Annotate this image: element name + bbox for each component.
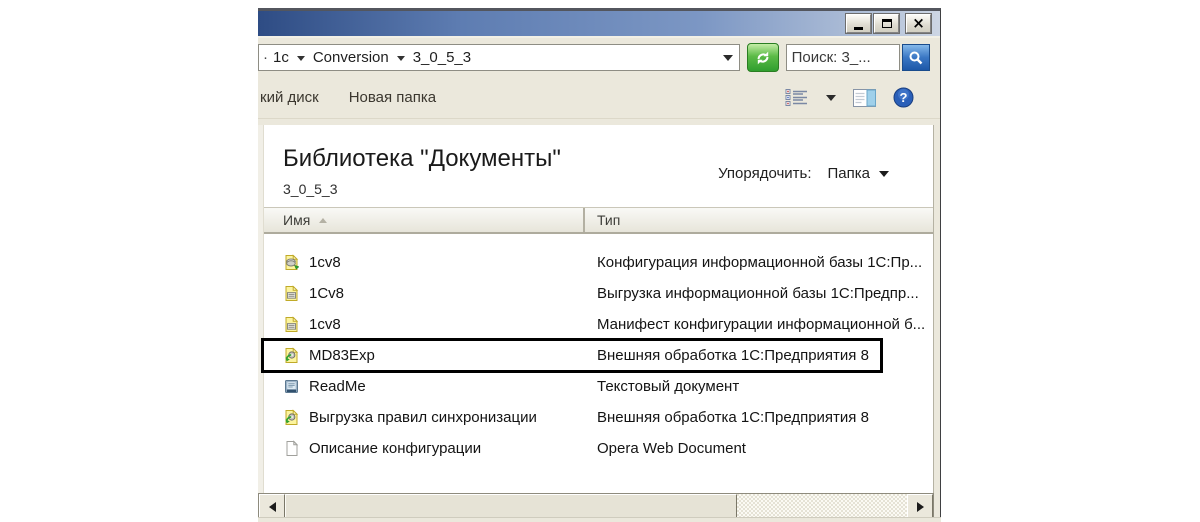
command-toolbar: кий диск Новая папка ?	[258, 77, 940, 119]
file-name-cell: 1Cv8	[264, 285, 585, 302]
breadcrumb-segment[interactable]: 3_0_5_3	[408, 49, 476, 66]
file-row[interactable]: 1cv8 Манифест конфигурации информационной…	[264, 309, 933, 340]
arrange-by-control[interactable]: Упорядочить: Папка	[718, 165, 889, 182]
1c-config-file-icon	[283, 254, 300, 271]
file-name-cell: 1cv8	[264, 254, 585, 271]
file-name: ReadMe	[309, 378, 366, 395]
file-name: Описание конфигурации	[309, 440, 482, 457]
file-name-cell: MD83Exp	[264, 347, 585, 364]
file-row[interactable]: Выгрузка правил синхронизации Внешняя обр…	[264, 402, 933, 433]
breadcrumb-segment[interactable]: Conversion	[308, 49, 394, 66]
explorer-window: × · 1c Conversion 3_0_5_3 Поиск: 3_... к…	[258, 8, 941, 522]
file-name: 1cv8	[309, 316, 341, 333]
file-rows: 1cv8 Конфигурация информационной базы 1С:…	[261, 247, 933, 464]
library-title: Библиотека "Документы"	[283, 145, 561, 172]
scroll-right-icon	[916, 501, 924, 512]
breadcrumb-segment[interactable]: 1c	[268, 49, 294, 66]
file-type: Opera Web Document	[597, 440, 746, 457]
search-icon	[909, 51, 923, 64]
minimize-icon	[854, 27, 863, 30]
close-button[interactable]: ×	[906, 14, 931, 33]
search-button[interactable]	[902, 44, 930, 71]
minimize-button[interactable]	[846, 14, 871, 33]
maximize-button[interactable]	[874, 14, 899, 33]
text-document-file-icon	[283, 378, 300, 395]
file-row[interactable]: MD83Exp Внешняя обработка 1С:Предприятия …	[261, 338, 933, 373]
scroll-left-icon	[268, 501, 276, 512]
file-type: Конфигурация информационной базы 1С:Пр..…	[597, 254, 923, 271]
column-header-name[interactable]: Имя	[264, 208, 585, 232]
file-type: Текстовый документ	[597, 378, 740, 395]
file-name: MD83Exp	[309, 347, 375, 364]
search-text: Поиск: 3_...	[791, 49, 871, 66]
list-view-icon[interactable]	[785, 88, 809, 107]
view-options-dropdown-icon[interactable]	[826, 94, 836, 101]
svg-text:?: ?	[900, 90, 908, 105]
scrollbar-thumb[interactable]	[285, 494, 737, 519]
arrange-value: Папка	[827, 165, 870, 182]
1c-dump-file-icon	[283, 285, 300, 302]
file-row[interactable]: 1Cv8 Выгрузка информационной базы 1С:Пред…	[264, 278, 933, 309]
file-name-cell: Выгрузка правил синхронизации	[264, 409, 585, 426]
1c-external-processing-file-icon	[283, 347, 300, 364]
help-icon[interactable]: ?	[893, 87, 914, 108]
scrollbar-track[interactable]	[737, 494, 907, 519]
maximize-icon	[881, 19, 892, 28]
arrange-label: Упорядочить:	[718, 165, 812, 182]
file-name-cell: Описание конфигурации	[264, 440, 585, 457]
preview-pane-icon[interactable]	[853, 88, 876, 107]
file-row[interactable]: 1cv8 Конфигурация информационной базы 1С:…	[264, 247, 933, 278]
breadcrumb-dropdown-icon[interactable]	[296, 56, 305, 61]
file-type: Выгрузка информационной базы 1С:Предпр..…	[597, 285, 919, 302]
file-name: 1Cv8	[309, 285, 345, 302]
1c-dump-file-icon	[283, 316, 300, 333]
search-input[interactable]: Поиск: 3_...	[785, 44, 901, 71]
file-name: 1cv8	[309, 254, 341, 271]
file-type: Внешняя обработка 1С:Предприятия 8	[597, 347, 869, 364]
file-row[interactable]: ReadMe Текстовый документ	[264, 371, 933, 402]
column-header-type[interactable]: Тип	[585, 208, 933, 232]
plain-document-file-icon	[283, 440, 300, 457]
address-history-dropdown-icon[interactable]	[722, 54, 733, 61]
close-icon: ×	[912, 14, 925, 32]
file-type: Манифест конфигурации информационной б..…	[597, 316, 926, 333]
scroll-left-button[interactable]	[259, 494, 285, 519]
1c-external-processing-file-icon	[283, 409, 300, 426]
column-headers: Имя Тип	[264, 207, 933, 234]
file-list-pane: Библиотека "Документы" 3_0_5_3 Упорядочи…	[258, 125, 934, 493]
sort-ascending-icon	[319, 217, 328, 223]
horizontal-scrollbar[interactable]	[258, 493, 934, 520]
file-type: Внешняя обработка 1С:Предприятия 8	[597, 409, 869, 426]
scroll-right-button[interactable]	[907, 494, 933, 519]
file-name: Выгрузка правил синхронизации	[309, 409, 537, 426]
address-bar: · 1c Conversion 3_0_5_3 Поиск: 3_...	[258, 38, 940, 77]
toolbar-burn-disc-button[interactable]: кий диск	[260, 89, 319, 106]
toolbar-new-folder-button[interactable]: Новая папка	[349, 89, 436, 106]
arrange-dropdown-icon	[879, 170, 889, 177]
library-subtitle: 3_0_5_3	[283, 181, 338, 197]
file-row[interactable]: Описание конфигурации Opera Web Document	[264, 433, 933, 464]
file-name-cell: ReadMe	[264, 378, 585, 395]
file-name-cell: 1cv8	[264, 316, 585, 333]
status-bar	[258, 517, 941, 522]
title-bar: ×	[258, 11, 940, 38]
refresh-icon	[757, 51, 769, 64]
breadcrumb-dropdown-icon[interactable]	[396, 56, 405, 61]
refresh-button[interactable]	[746, 43, 779, 72]
breadcrumb[interactable]: · 1c Conversion 3_0_5_3	[258, 44, 740, 71]
